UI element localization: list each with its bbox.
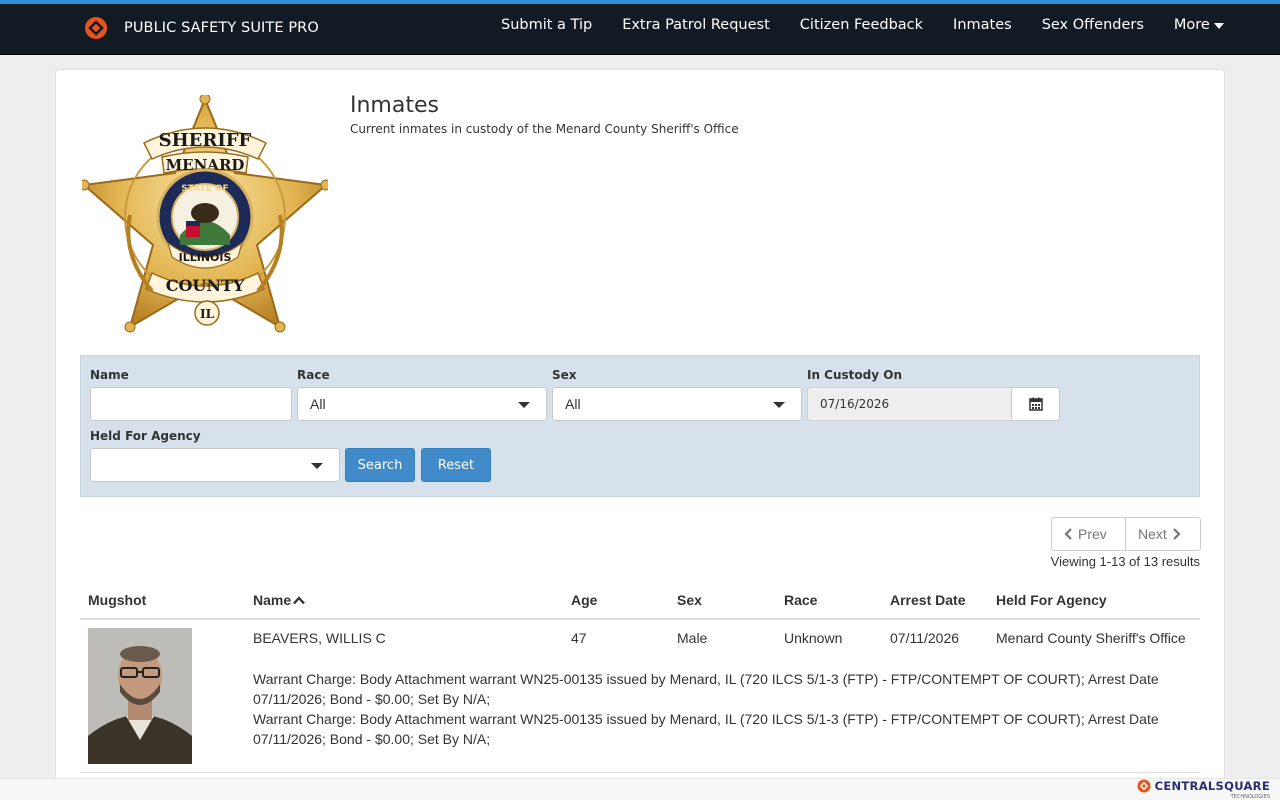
page-footer [0, 778, 1280, 800]
brand-name: PUBLIC SAFETY SUITE PRO [124, 20, 319, 36]
badge-bottom-text: COUNTY [166, 276, 245, 295]
badge-state-text: ILLINOIS [179, 251, 232, 264]
caret-down-icon [518, 402, 530, 408]
nav-sex-offenders[interactable]: Sex Offenders [1027, 17, 1159, 33]
centralsquare-logo-subtext: TECHNOLOGIES [1230, 794, 1270, 800]
inmate-held-for-agency: Menard County Sheriff's Office [996, 630, 1186, 646]
custody-date-label: In Custody On [807, 368, 902, 382]
table-row-divider [80, 772, 1200, 773]
badge-ring-text: STATE OF [181, 184, 228, 194]
calendar-icon [1028, 397, 1043, 411]
inmate-race: Unknown [784, 630, 843, 646]
col-age[interactable]: Age [571, 592, 597, 608]
name-filter-label: Name [90, 368, 129, 382]
nav-inmates[interactable]: Inmates [938, 17, 1027, 33]
nav-citizen-feedback[interactable]: Citizen Feedback [785, 17, 938, 33]
badge-tip-text: IL [200, 307, 215, 321]
col-name-label: Name [253, 592, 292, 608]
col-mugshot: Mugshot [88, 592, 147, 608]
next-label: Next [1138, 526, 1167, 542]
brand-logo-icon [85, 17, 107, 39]
table-header-divider [80, 618, 1200, 620]
centralsquare-logo-icon [1137, 779, 1151, 793]
race-filter-label: Race [297, 368, 330, 382]
inmate-sex: Male [677, 630, 708, 646]
centralsquare-logo-text: CENTRALSQUARE [1154, 779, 1270, 793]
col-arrest-date[interactable]: Arrest Date [890, 592, 965, 608]
chevron-right-icon [1173, 528, 1181, 540]
sex-filter-label: Sex [552, 368, 577, 382]
nav-submit-tip[interactable]: Submit a Tip [486, 17, 607, 33]
race-filter-select[interactable]: All [297, 387, 547, 421]
col-sex[interactable]: Sex [677, 592, 702, 608]
page-title: Inmates [350, 93, 439, 118]
inmate-mugshot-image[interactable] [88, 628, 192, 764]
calendar-button[interactable] [1011, 387, 1060, 421]
caret-down-icon [1213, 23, 1224, 29]
col-held-for-agency[interactable]: Held For Agency [996, 592, 1107, 608]
inmate-name[interactable]: BEAVERS, WILLIS C [253, 630, 386, 646]
reset-button[interactable]: Reset [421, 448, 491, 482]
inmate-arrest-date: 07/11/2026 [890, 630, 960, 646]
sheriff-badge-logo: SHERIFF MENARD STATE OF ILLINOIS COUNTY … [82, 95, 328, 333]
page-subtitle: Current inmates in custody of the Menard… [350, 122, 739, 136]
inmate-charges: Warrant Charge: Body Attachment warrant … [253, 669, 1188, 749]
main-nav: Submit a Tip Extra Patrol Request Citize… [486, 17, 1239, 33]
race-filter-value: All [310, 396, 326, 412]
nav-more-label: More [1173, 17, 1210, 33]
agency-filter-select[interactable] [90, 448, 340, 482]
sort-ascending-icon [293, 595, 306, 604]
sex-filter-select[interactable]: All [552, 387, 802, 421]
col-name-sort[interactable]: Name [253, 592, 306, 608]
brand[interactable]: PUBLIC SAFETY SUITE PRO [84, 16, 319, 40]
caret-down-icon [773, 402, 785, 408]
inmate-age: 47 [571, 630, 587, 646]
charge-line: Warrant Charge: Body Attachment warrant … [253, 711, 1159, 747]
chevron-left-icon [1064, 528, 1072, 540]
col-race[interactable]: Race [784, 592, 817, 608]
prev-label: Prev [1078, 526, 1107, 542]
sex-filter-value: All [565, 396, 581, 412]
caret-down-icon [311, 463, 323, 469]
prev-page-button[interactable]: Prev [1052, 518, 1126, 550]
next-page-button[interactable]: Next [1126, 518, 1200, 550]
badge-top-text: SHERIFF [159, 130, 252, 151]
agency-filter-label: Held For Agency [90, 429, 201, 443]
pagination: Prev Next [1051, 517, 1201, 551]
centralsquare-logo[interactable]: CENTRALSQUARE [1137, 779, 1270, 793]
name-filter-input[interactable] [90, 387, 292, 421]
search-button[interactable]: Search [345, 448, 415, 482]
nav-more-dropdown[interactable]: More [1159, 17, 1239, 33]
results-count: Viewing 1-13 of 13 results [1050, 554, 1200, 569]
custody-date-input[interactable]: 07/16/2026 [807, 387, 1012, 421]
nav-extra-patrol-request[interactable]: Extra Patrol Request [607, 17, 785, 33]
charge-line: Warrant Charge: Body Attachment warrant … [253, 671, 1159, 707]
top-navbar: PUBLIC SAFETY SUITE PRO Submit a Tip Ext… [0, 0, 1280, 55]
